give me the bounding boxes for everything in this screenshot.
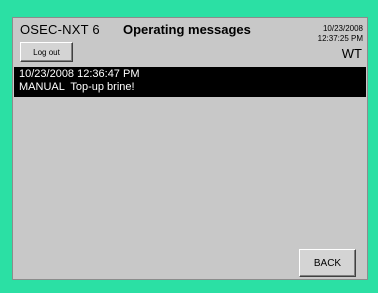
- message-item[interactable]: 10/23/2008 12:36:47 PM MANUAL Top-up bri…: [19, 68, 366, 94]
- device-name: OSEC-NXT 6: [20, 22, 100, 37]
- message-text: MANUAL Top-up brine!: [19, 81, 135, 93]
- back-button[interactable]: BACK: [299, 249, 356, 277]
- current-time: 12:37:25 PM: [317, 34, 363, 43]
- hmi-screen: OSEC-NXT 6 Operating messages 10/23/2008…: [12, 17, 368, 280]
- current-user: WT: [341, 46, 362, 61]
- message-list: 10/23/2008 12:36:47 PM MANUAL Top-up bri…: [14, 67, 366, 97]
- logout-button[interactable]: Log out: [20, 42, 73, 62]
- message-timestamp: 10/23/2008 12:36:47 PM: [19, 68, 140, 80]
- current-date: 10/23/2008: [322, 24, 363, 33]
- page-title: Operating messages: [123, 22, 251, 37]
